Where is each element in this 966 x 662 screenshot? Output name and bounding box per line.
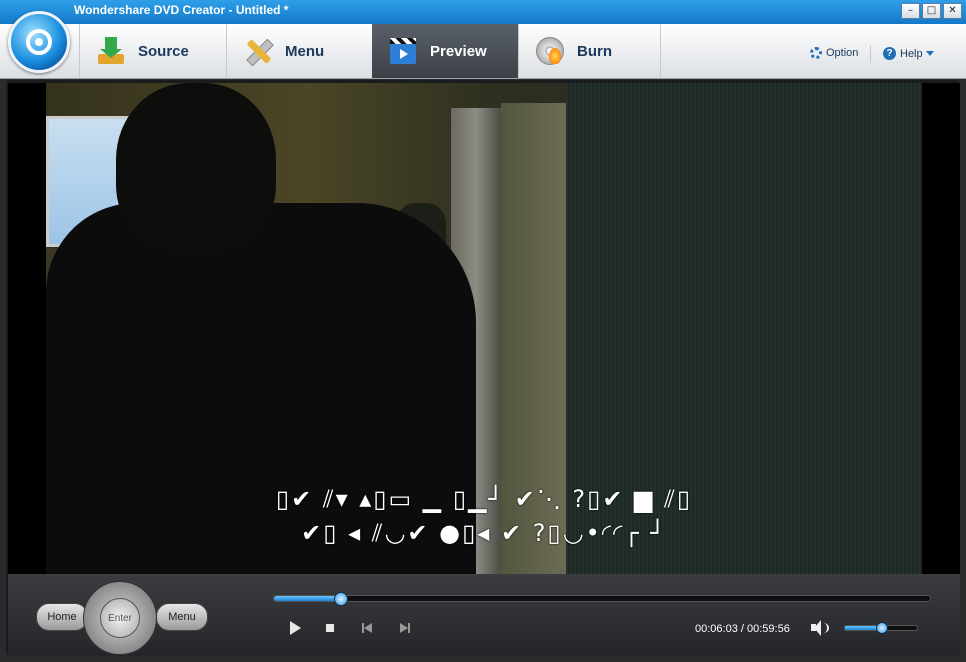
tab-preview[interactable]: Preview xyxy=(372,24,518,78)
stop-icon xyxy=(326,624,334,632)
volume-handle[interactable] xyxy=(876,622,888,634)
skip-forward-icon xyxy=(398,623,410,633)
volume-slider[interactable] xyxy=(844,622,918,634)
total-time: 00:59:56 xyxy=(747,623,790,635)
enter-button[interactable]: Enter xyxy=(100,598,140,638)
minimize-button[interactable]: – xyxy=(901,3,920,19)
seek-bar[interactable] xyxy=(273,592,931,606)
tab-menu[interactable]: Menu xyxy=(226,24,372,78)
current-time: 00:06:03 xyxy=(695,623,738,635)
preview-clapper-icon xyxy=(388,36,418,66)
skip-back-icon xyxy=(362,623,374,633)
subtitle-line-1: ▯✔ ⫽▾ ▴▯▭ ▁ ▯▁┘ ✔⋱ ?▯✔ ▆ ⫽▯ xyxy=(275,485,693,513)
play-icon xyxy=(289,621,301,635)
burn-disc-icon xyxy=(535,36,565,66)
help-link[interactable]: ? Help xyxy=(883,47,934,60)
help-icon: ? xyxy=(883,47,896,60)
seek-progress xyxy=(274,596,341,601)
play-button[interactable] xyxy=(285,618,305,638)
time-separator: / xyxy=(740,623,744,635)
time-readout: 00:06:03 / 00:59:56 xyxy=(695,623,790,635)
gear-icon xyxy=(810,47,822,59)
previous-button[interactable] xyxy=(358,618,378,638)
volume-icon[interactable] xyxy=(811,620,829,636)
playback-controls: Home Menu Enter 00:06:03 / 00:59:56 xyxy=(8,574,960,656)
seek-handle[interactable] xyxy=(334,592,349,606)
tab-preview-label: Preview xyxy=(430,42,487,60)
close-button[interactable]: ✕ xyxy=(943,3,962,19)
next-button[interactable] xyxy=(394,618,414,638)
video-viewport[interactable]: ▯✔ ⫽▾ ▴▯▭ ▁ ▯▁┘ ✔⋱ ?▯✔ ▆ ⫽▯ ✔▯ ◂ ⫽◡✔ ●▯◂… xyxy=(8,83,960,574)
home-button[interactable]: Home xyxy=(36,603,88,631)
subtitle-line-2: ✔▯ ◂ ⫽◡✔ ●▯◂ ✔ ?▯◡•◜◜┌ ┘ xyxy=(301,519,667,547)
stop-button[interactable] xyxy=(320,618,340,638)
window-controls: – □ ✕ xyxy=(901,3,962,19)
tab-burn[interactable]: Burn xyxy=(518,24,661,78)
title-bar: Wondershare DVD Creator - Untitled * – □… xyxy=(0,0,966,24)
tab-burn-label: Burn xyxy=(577,42,612,60)
menu-tools-icon xyxy=(243,36,274,67)
dvd-remote: Home Menu Enter xyxy=(36,581,208,655)
app-logo-icon[interactable] xyxy=(8,11,70,73)
header-divider xyxy=(870,45,871,63)
tab-source-label: Source xyxy=(138,42,189,60)
menu-button[interactable]: Menu xyxy=(156,603,208,631)
tab-menu-label: Menu xyxy=(285,42,325,60)
help-label: Help xyxy=(900,47,923,60)
maximize-button[interactable]: □ xyxy=(922,3,941,19)
source-download-icon xyxy=(96,36,126,66)
window-title: Wondershare DVD Creator - Untitled * xyxy=(74,3,289,17)
option-label: Option xyxy=(826,47,859,59)
tab-source[interactable]: Source xyxy=(79,24,226,78)
option-link[interactable]: Option xyxy=(810,47,858,59)
chevron-down-icon xyxy=(925,51,934,56)
